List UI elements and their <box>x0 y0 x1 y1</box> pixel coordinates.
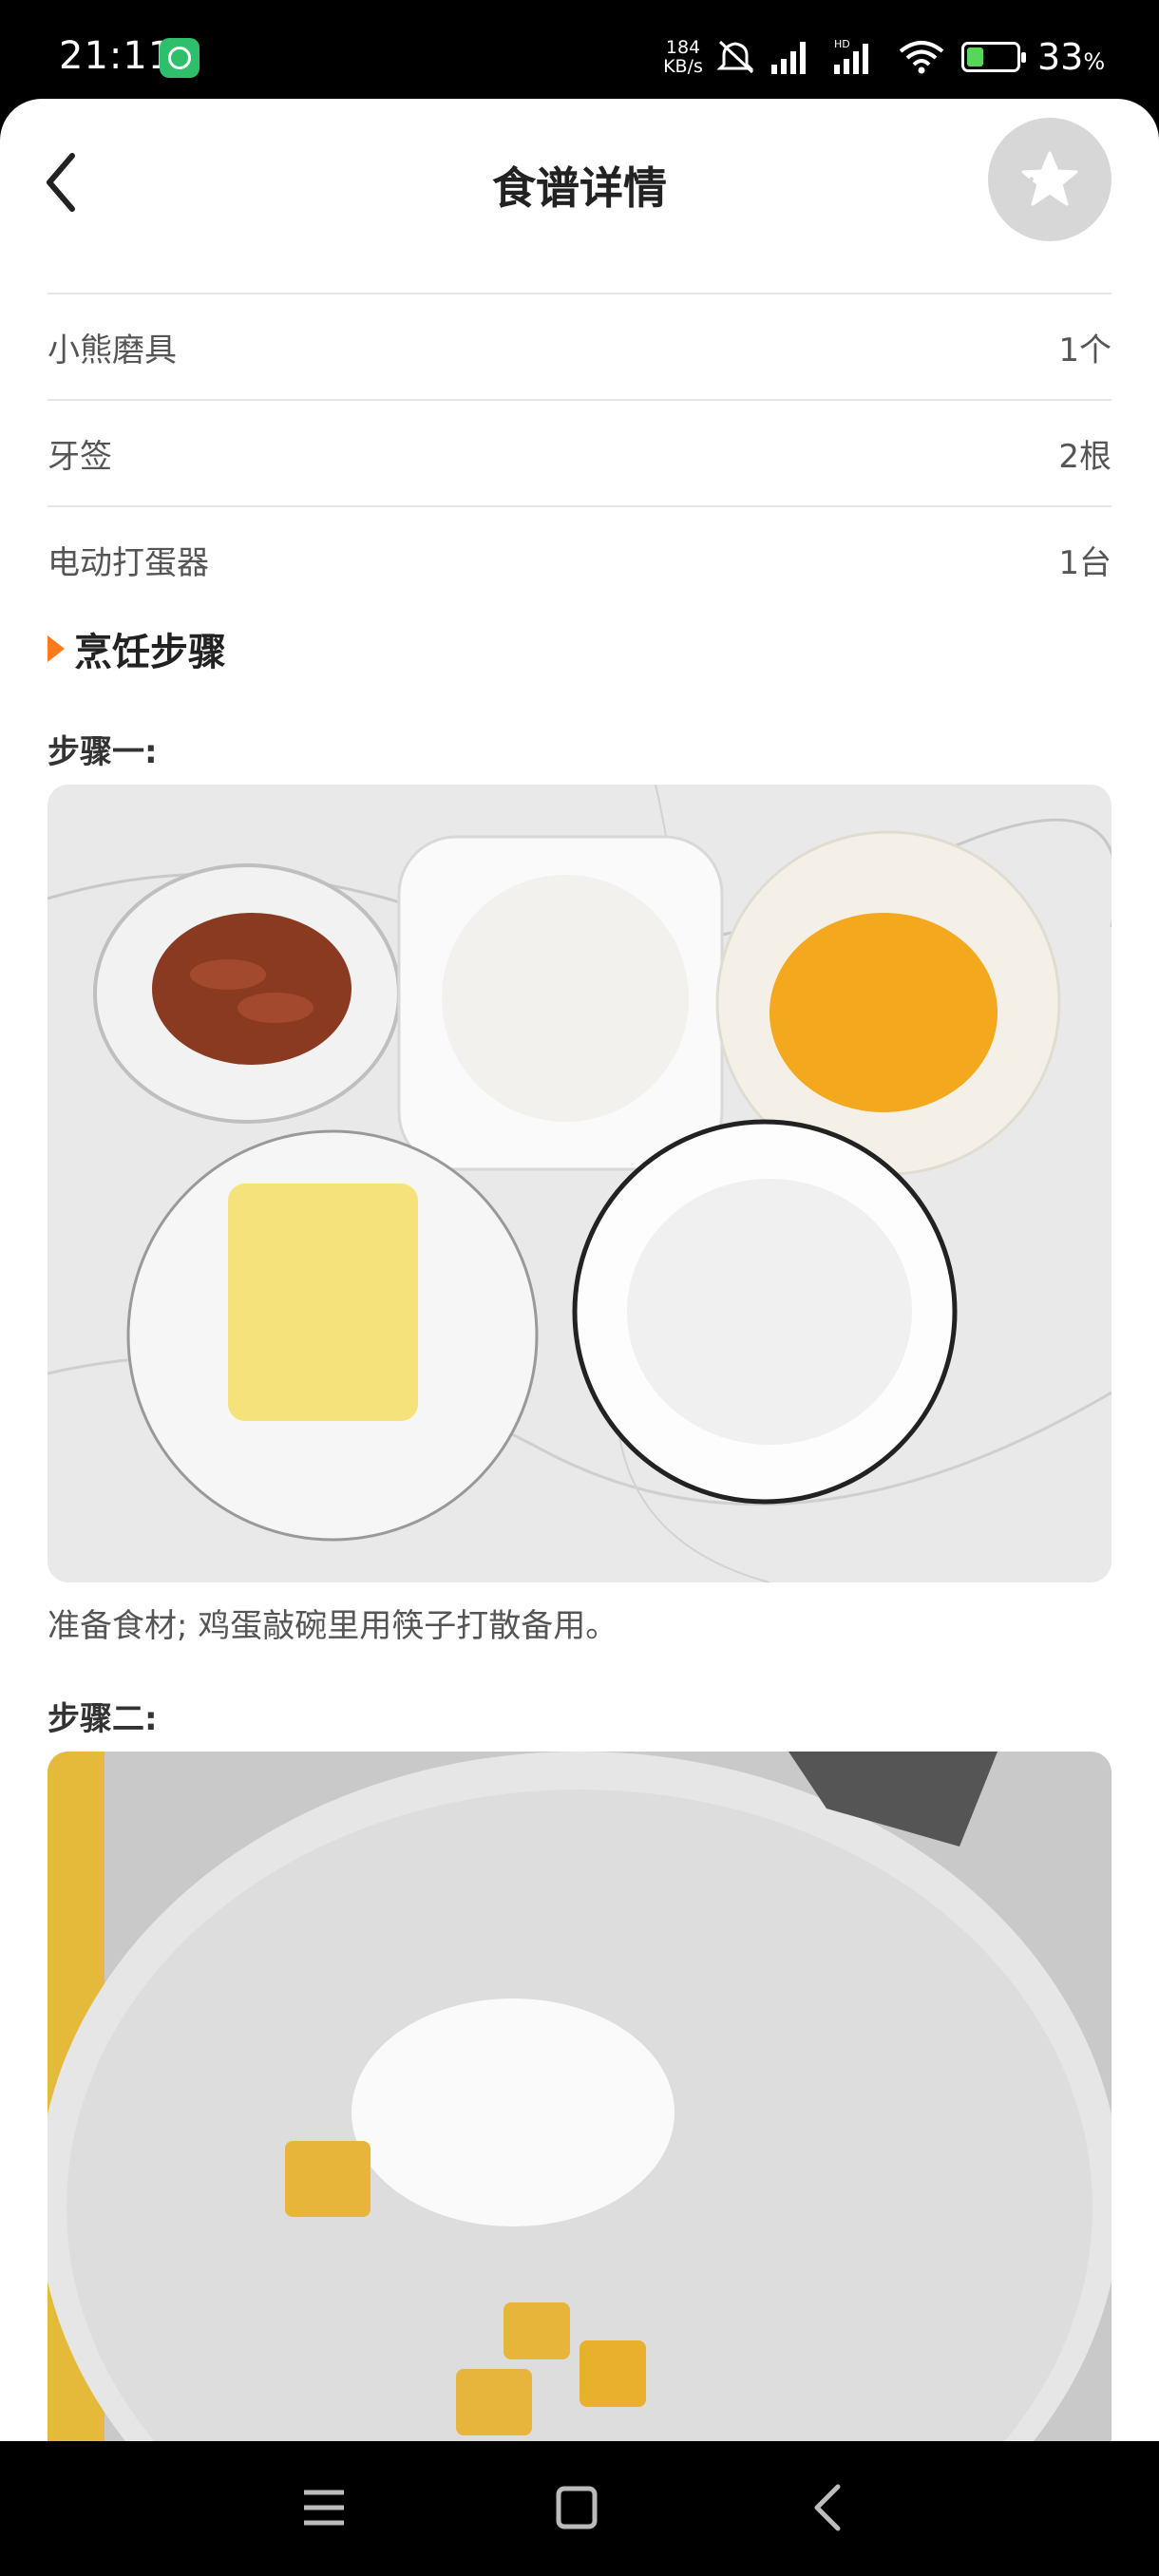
recipe-detail-page: 食谱详情 小熊磨具 1个 牙签 2根 电动打蛋器 1台 烹饪步骤 步骤一: 准备… <box>0 99 1159 2441</box>
status-time: 21:11 <box>59 34 174 78</box>
step-1-ingredients-photo <box>48 785 1112 1582</box>
tool-amount: 2根 <box>1058 437 1112 476</box>
page-title: 食谱详情 <box>492 162 667 214</box>
system-navigation-bar <box>0 2441 1159 2576</box>
battery-percent: 33% <box>1037 36 1105 78</box>
network-speed-value: 184 <box>665 37 701 58</box>
network-speed-unit: KB/s <box>663 56 703 77</box>
app-notification-icon <box>160 38 200 78</box>
section-cooking-steps: 烹饪步骤 <box>48 621 226 676</box>
step-label: 步骤一: <box>48 733 158 771</box>
battery-percent-unit: % <box>1083 48 1106 75</box>
section-title: 烹饪步骤 <box>74 631 226 674</box>
mute-icon <box>716 40 754 74</box>
back-icon <box>814 2484 841 2531</box>
network-speed: 184 KB/s <box>657 38 709 76</box>
hd-signal-icon: HD <box>834 38 868 74</box>
wifi-icon <box>899 41 944 74</box>
step-2-mixing-photo <box>48 1752 1112 2441</box>
step-label: 步骤二: <box>48 1700 158 1738</box>
tool-amount: 1个 <box>1058 331 1112 369</box>
status-bar: 21:11 184 KB/s HD 33% <box>0 0 1159 104</box>
tool-row: 电动打蛋器 1台 <box>48 505 1112 612</box>
section-marker-icon <box>48 635 65 662</box>
tool-name: 牙签 <box>48 437 112 476</box>
menu-icon <box>304 2490 344 2526</box>
battery-percent-value: 33 <box>1037 36 1084 78</box>
battery-level-fill <box>967 47 983 66</box>
header: 食谱详情 <box>0 99 1159 293</box>
svg-text:HD: HD <box>834 38 850 50</box>
step-description: 准备食材; 鸡蛋敲碗里用筷子打散备用。 <box>48 1607 618 1645</box>
home-button[interactable] <box>543 2479 610 2536</box>
back-nav-button[interactable] <box>796 2479 863 2536</box>
tool-amount: 1台 <box>1058 543 1112 582</box>
menu-button[interactable] <box>291 2479 357 2536</box>
star-icon <box>1021 151 1078 206</box>
battery-charging-icon <box>961 42 1026 72</box>
tool-row: 牙签 2根 <box>48 399 1112 505</box>
tool-name: 电动打蛋器 <box>48 543 209 582</box>
signal-icon <box>771 42 806 74</box>
step-photo[interactable] <box>48 785 1112 1582</box>
tool-name: 小熊磨具 <box>48 331 177 369</box>
tool-list: 小熊磨具 1个 牙签 2根 电动打蛋器 1台 <box>48 293 1112 612</box>
step-photo[interactable] <box>48 1752 1112 2441</box>
favorite-button[interactable] <box>988 118 1112 241</box>
tool-row: 小熊磨具 1个 <box>48 293 1112 399</box>
home-icon <box>556 2486 598 2529</box>
